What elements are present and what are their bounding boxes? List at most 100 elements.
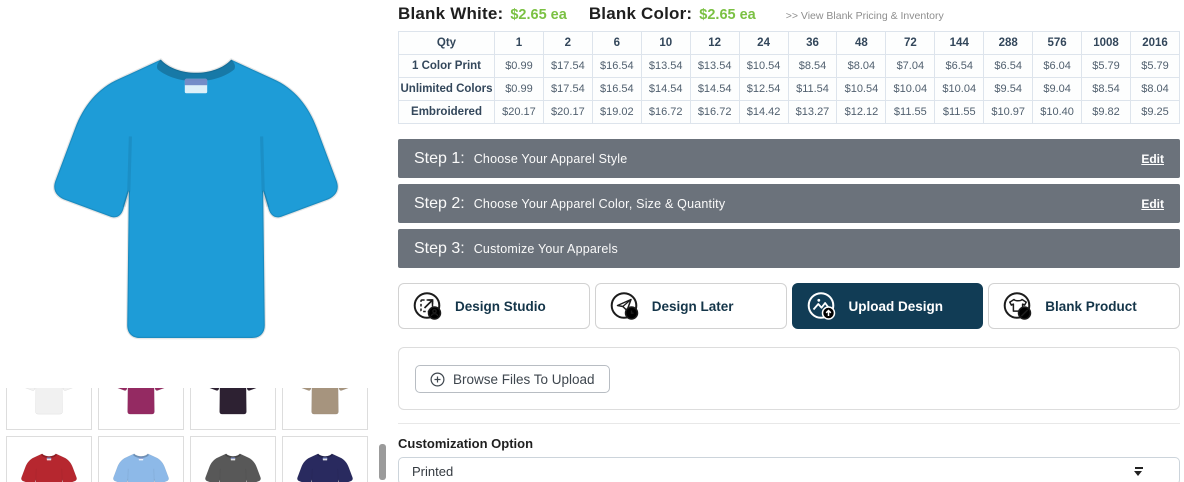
tshirt-image (36, 12, 356, 376)
qty-column-header: 2016 (1129, 31, 1181, 55)
steps-accordion: Step 1: Choose Your Apparel Style Edit Step… (398, 139, 1180, 268)
browse-files-button[interactable]: Browse Files To Upload (415, 365, 610, 393)
customization-option-section: Customization Option Printed (398, 436, 1180, 482)
step-edit-link[interactable]: Edit (1141, 152, 1164, 166)
price-cell: $8.54 (787, 54, 838, 78)
color-swatch-carolina-blue[interactable] (98, 436, 184, 482)
pricing-row: 1 Color Print $0.99 $17.54 $16.54 $13.54 $13.… (398, 54, 1181, 78)
price-cell: $16.72 (689, 100, 740, 124)
price-cell: $0.99 (494, 77, 544, 101)
price-cell: $14.54 (640, 77, 691, 101)
price-cell: $10.54 (738, 54, 789, 78)
color-swatch-charcoal[interactable] (190, 436, 276, 482)
step-bar-1: Step 1: Choose Your Apparel Style Edit (398, 139, 1180, 178)
pricing-row: Unlimited Colors $0.99 $17.54 $16.54 $14.54 $… (398, 77, 1181, 101)
price-cell: $6.54 (934, 54, 985, 78)
product-main-image (0, 0, 392, 388)
color-swatch-tan[interactable] (282, 388, 368, 430)
price-cell: $16.72 (640, 100, 691, 124)
price-cell: $5.79 (1081, 54, 1131, 78)
price-cell: $14.42 (738, 100, 789, 124)
step-prefix: Step 2: (414, 194, 465, 212)
blank-pricing-header: Blank White: $2.65 ea Blank Color: $2.65… (398, 0, 1180, 24)
price-cell: $12.12 (836, 100, 887, 124)
tab-label: Blank Product (1045, 298, 1137, 314)
browse-files-label: Browse Files To Upload (453, 371, 595, 387)
tab-upload-design[interactable]: Upload Design (791, 283, 984, 329)
qty-column-header: 144 (934, 31, 985, 55)
upload-design-icon (806, 290, 838, 322)
pricing-row: Embroidered $20.17 $20.17 $19.02 $16.72 $16.7… (398, 100, 1181, 124)
qty-column-header: 6 (591, 31, 642, 55)
qty-column-header: 12 (689, 31, 740, 55)
step-edit-link[interactable]: Edit (1141, 197, 1164, 211)
step-bar-3: Step 3: Customize Your Apparels (398, 229, 1180, 268)
tab-label: Design Studio (455, 298, 546, 314)
price-cell: $12.54 (738, 77, 789, 101)
blank-white-price: $2.65 ea (510, 7, 567, 23)
price-cell: $10.54 (836, 77, 887, 101)
step-prefix: Step 3: (414, 239, 465, 257)
step-prefix: Step 1: (414, 149, 465, 167)
section-divider (398, 423, 1180, 424)
price-cell: $17.54 (542, 77, 593, 101)
price-cell: $20.17 (494, 100, 544, 124)
qty-column-header: 1008 (1081, 31, 1131, 55)
tshirt-thumbnail (201, 388, 265, 416)
price-cell: $19.02 (591, 100, 642, 124)
price-cell: $5.79 (1129, 54, 1181, 78)
color-swatch-red[interactable] (6, 436, 92, 482)
price-cell: $9.54 (983, 77, 1034, 101)
color-swatch-navy[interactable] (282, 436, 368, 482)
price-cell: $20.17 (542, 100, 593, 124)
price-cell: $8.54 (1081, 77, 1131, 101)
price-cell: $9.25 (1129, 100, 1181, 124)
tab-design-later[interactable]: Design Later (594, 283, 787, 329)
pricing-row-label: 1 Color Print (398, 54, 495, 78)
price-cell: $0.99 (494, 54, 544, 78)
qty-column-header: 2 (542, 31, 593, 55)
price-cell: $17.54 (542, 54, 593, 78)
color-swatch-blackberry[interactable] (190, 388, 276, 430)
tshirt-thumbnail (201, 450, 265, 482)
design-studio-icon (412, 290, 444, 322)
qty-column-header: 576 (1032, 31, 1083, 55)
price-cell: $16.54 (591, 77, 642, 101)
product-customizer-page: Blank White: $2.65 ea Blank Color: $2.65… (0, 0, 1184, 482)
tshirt-thumbnail (293, 388, 357, 416)
tshirt-thumbnail (17, 388, 81, 416)
step-bar-2: Step 2: Choose Your Apparel Color, Size &… (398, 184, 1180, 223)
upload-design-panel: Browse Files To Upload (398, 347, 1180, 410)
step-title: Customize Your Apparels (473, 241, 618, 256)
price-cell: $9.04 (1032, 77, 1083, 101)
price-cell: $11.55 (885, 100, 936, 124)
configuration-panel: Blank White: $2.65 ea Blank Color: $2.65… (398, 0, 1181, 482)
qty-column-header: 48 (836, 31, 887, 55)
blank-white-label: Blank White: (398, 4, 504, 23)
qty-column-header: 24 (738, 31, 789, 55)
selected-option-value: Printed (412, 463, 454, 479)
view-blank-pricing-link[interactable]: >> View Blank Pricing & Inventory (786, 10, 944, 22)
price-cell: $16.54 (591, 54, 642, 78)
qty-column-header: 1 (494, 31, 544, 55)
qty-column-header: 10 (640, 31, 691, 55)
circle-plus-icon (430, 372, 445, 387)
price-cell: $13.27 (787, 100, 838, 124)
price-cell: $8.04 (1129, 77, 1181, 101)
customization-option-select[interactable]: Printed (398, 457, 1180, 482)
color-swatch-berry[interactable] (98, 388, 184, 430)
color-swatch-white[interactable] (6, 388, 92, 430)
tab-design-studio[interactable]: Design Studio (398, 283, 590, 329)
tab-blank-product[interactable]: Blank Product (988, 283, 1180, 329)
pricing-row-label: Embroidered (398, 100, 495, 124)
tab-label: Design Later (651, 298, 734, 314)
design-later-icon (609, 290, 641, 322)
price-cell: $7.04 (885, 54, 936, 78)
price-cell: $6.04 (1032, 54, 1083, 78)
tab-label: Upload Design (848, 298, 944, 314)
qty-column-header: 36 (787, 31, 838, 55)
qty-column-header: 288 (983, 31, 1034, 55)
tshirt-thumbnail (109, 388, 173, 416)
swatch-scrollbar[interactable] (379, 444, 386, 480)
price-cell: $10.40 (1032, 100, 1083, 124)
